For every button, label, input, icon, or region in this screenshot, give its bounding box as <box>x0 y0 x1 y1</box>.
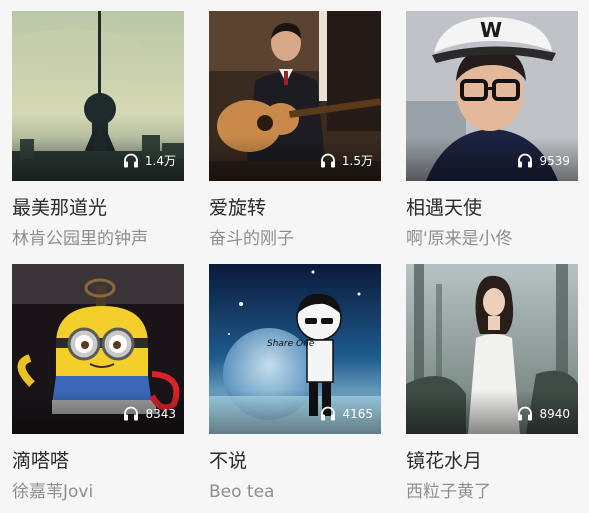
play-count: 8343 <box>123 406 176 421</box>
playlist-card[interactable]: Share One 4165 不说 Beo tea <box>209 264 381 503</box>
playlist-card[interactable]: 8940 镜花水月 西粒子黄了 <box>406 264 578 503</box>
playlist-card[interactable]: 8343 滴嗒嗒 徐嘉苇Jovi <box>12 264 184 503</box>
play-count: 4165 <box>320 406 373 421</box>
cover-image[interactable]: 1.4万 <box>12 11 184 181</box>
playlist-card[interactable]: 1.4万 最美那道光 林肯公园里的钟声 <box>12 11 184 250</box>
playlist-card[interactable]: 1.5万 爱旋转 奋斗的刚子 <box>209 11 381 250</box>
play-count: 8940 <box>517 406 570 421</box>
cover-image[interactable]: 1.5万 <box>209 11 381 181</box>
playlist-author[interactable]: 西粒子黄了 <box>406 481 578 503</box>
headphones-icon <box>124 406 139 421</box>
playlist-author[interactable]: 徐嘉苇Jovi <box>12 481 184 503</box>
cover-image[interactable]: 8940 <box>406 264 578 434</box>
playlist-author[interactable]: 啊'原来是小佟 <box>406 228 578 250</box>
playlist-title[interactable]: 不说 <box>209 449 381 473</box>
headphones-icon <box>518 406 533 421</box>
playlist-card[interactable]: W 9539 相遇天使 啊'原来是小佟 <box>406 11 578 250</box>
playlist-title[interactable]: 最美那道光 <box>12 196 184 220</box>
playlist-title[interactable]: 镜花水月 <box>406 449 578 473</box>
share-one-text: Share One <box>267 339 315 349</box>
playlist-grid: 1.4万 最美那道光 林肯公园里的钟声 1.5万 爱旋转 奋斗的刚子 W 953… <box>0 0 589 513</box>
playlist-title[interactable]: 滴嗒嗒 <box>12 449 184 473</box>
cover-image[interactable]: Share One 4165 <box>209 264 381 434</box>
headphones-icon <box>321 406 336 421</box>
play-count-value: 4165 <box>342 406 373 421</box>
svg-text:W: W <box>480 18 502 42</box>
play-count: 9539 <box>517 153 570 168</box>
play-count-value: 8343 <box>145 406 176 421</box>
play-count-value: 1.4万 <box>144 153 176 168</box>
cover-image[interactable]: W 9539 <box>406 11 578 181</box>
headphones-icon <box>518 153 533 168</box>
play-count: 1.4万 <box>123 153 176 168</box>
headphones-icon <box>320 153 335 168</box>
headphones-icon <box>123 153 138 168</box>
playlist-author[interactable]: 奋斗的刚子 <box>209 228 381 250</box>
playlist-title[interactable]: 相遇天使 <box>406 196 578 220</box>
play-count-value: 9539 <box>539 153 570 168</box>
cover-image[interactable]: 8343 <box>12 264 184 434</box>
play-count-value: 1.5万 <box>341 153 373 168</box>
play-count-value: 8940 <box>539 406 570 421</box>
playlist-author[interactable]: Beo tea <box>209 481 381 503</box>
playlist-author[interactable]: 林肯公园里的钟声 <box>12 228 184 250</box>
playlist-title[interactable]: 爱旋转 <box>209 196 381 220</box>
play-count: 1.5万 <box>320 153 373 168</box>
